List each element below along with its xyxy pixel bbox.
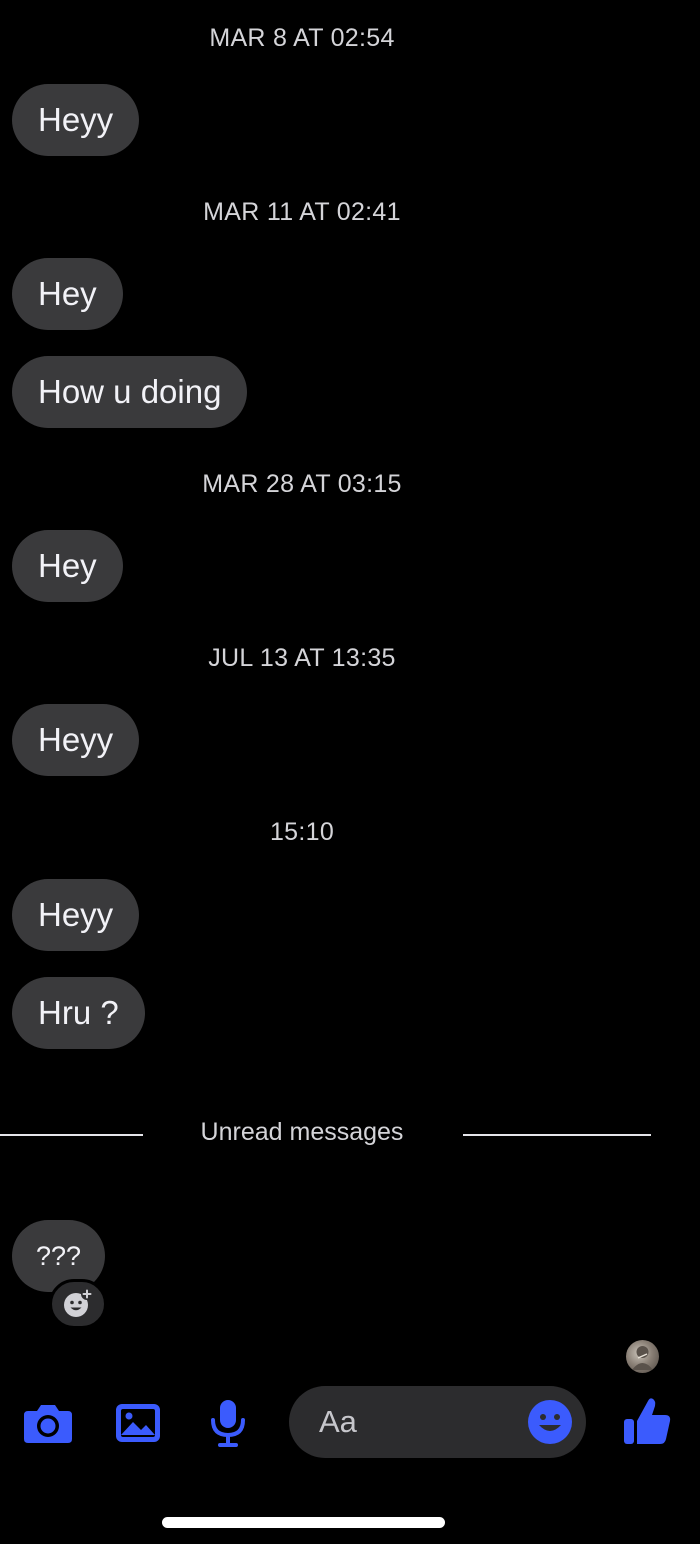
add-reaction-icon (64, 1288, 93, 1317)
message-bubble[interactable]: Hey (12, 258, 123, 330)
timestamp: MAR 11 AT 02:41 (203, 198, 401, 226)
microphone-button[interactable] (200, 1396, 256, 1450)
timestamp: MAR 8 AT 02:54 (209, 24, 395, 52)
thumbs-up-icon (624, 1398, 671, 1444)
message-input[interactable] (319, 1386, 519, 1458)
like-button[interactable] (618, 1392, 676, 1450)
unread-divider-line-right (463, 1134, 651, 1136)
emoji-button[interactable] (526, 1398, 574, 1446)
gallery-button[interactable] (110, 1396, 166, 1450)
unread-divider-label: Unread messages (200, 1118, 404, 1146)
timestamp: 15:10 (269, 818, 335, 846)
message-bubble[interactable]: How u doing (12, 356, 248, 428)
timestamp: MAR 28 AT 03:15 (202, 470, 402, 498)
message-bubble[interactable]: Hey (12, 530, 123, 602)
add-reaction-button[interactable] (49, 1279, 107, 1329)
emoji-icon (528, 1400, 572, 1444)
message-composer[interactable] (289, 1386, 586, 1458)
image-icon (116, 1404, 160, 1442)
home-indicator (162, 1517, 445, 1528)
microphone-icon (211, 1400, 245, 1447)
message-bubble[interactable]: Heyy (12, 879, 140, 951)
seen-avatar (626, 1340, 659, 1373)
camera-button[interactable] (20, 1396, 76, 1450)
camera-icon (24, 1405, 72, 1443)
message-bubble[interactable]: Heyy (12, 84, 140, 156)
message-bubble[interactable]: Heyy (12, 704, 140, 776)
timestamp: JUL 13 AT 13:35 (208, 644, 396, 672)
message-bubble[interactable]: Hru ? (12, 977, 145, 1049)
